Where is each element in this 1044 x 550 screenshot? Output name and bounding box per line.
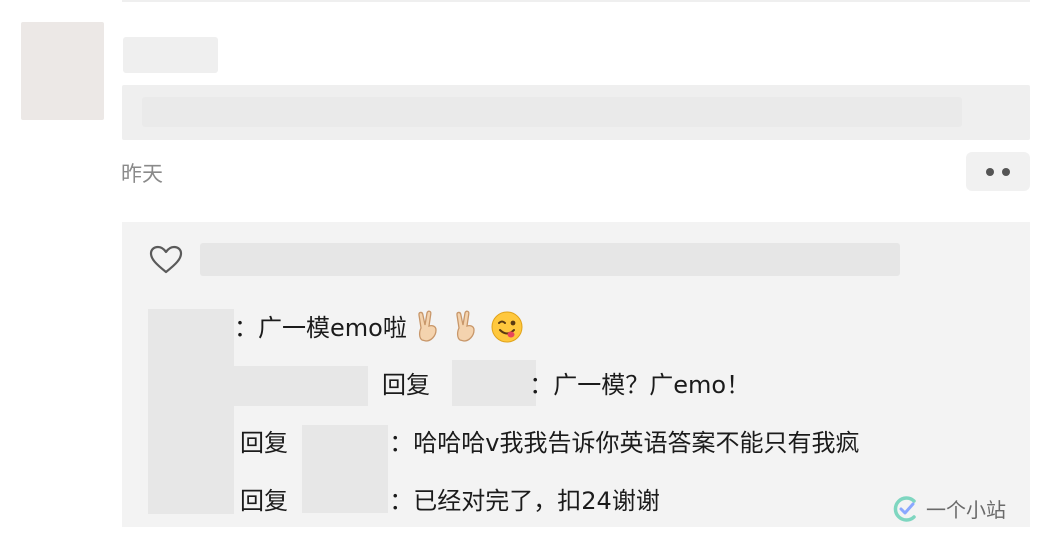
comment-3-text: ：哈哈哈v我我告诉你英语答案不能只有我疯 (389, 429, 860, 457)
heart-icon[interactable] (149, 245, 183, 275)
reply-label: 回复 (240, 429, 288, 457)
victory-hand-emoji-icon (456, 310, 475, 342)
more-dot-icon (986, 167, 994, 176)
site-logo-icon (893, 495, 916, 522)
comment-1-text: ：广一模emo啦 (234, 314, 407, 342)
comment-3[interactable]: 回复 ：哈哈哈v我我告诉你英语答案不能只有我疯 (240, 426, 859, 460)
likes-list-redacted (200, 243, 900, 276)
top-divider (122, 0, 1030, 2)
more-options-button[interactable] (966, 152, 1030, 191)
avatar[interactable] (21, 22, 104, 120)
winking-face-emoji-icon (491, 311, 523, 343)
post-timestamp: 昨天 (121, 162, 163, 186)
post-content-redacted (122, 85, 1030, 140)
watermark: 一个小站 (892, 494, 1006, 523)
reply-label: 回复 (240, 487, 288, 515)
comment-4[interactable]: 回复 ：已经对完了，扣24谢谢 (240, 484, 660, 518)
comment-2[interactable]: 回复 ：广一模？广emo！ (382, 368, 750, 402)
comment-2-text: ：广一模？广emo！ (529, 371, 751, 399)
watermark-text: 一个小站 (926, 498, 1006, 522)
comment-4-text: ：已经对完了，扣24谢谢 (389, 487, 660, 515)
victory-hand-emoji-icon (418, 310, 438, 342)
username-redacted[interactable] (123, 37, 218, 73)
comment-1[interactable]: ：广一模emo啦 (234, 310, 524, 345)
commenter-name-redacted[interactable] (148, 309, 234, 514)
reply-label: 回复 (382, 371, 430, 399)
comments-section: ：广一模emo啦 回复 ：广一模？广emo！ 回复 ：哈哈哈v我我告诉你英语答案… (122, 222, 1030, 527)
commenter-name-redacted[interactable] (234, 366, 368, 406)
post-content-redacted-line (142, 97, 962, 127)
more-dot-icon (1002, 167, 1010, 176)
